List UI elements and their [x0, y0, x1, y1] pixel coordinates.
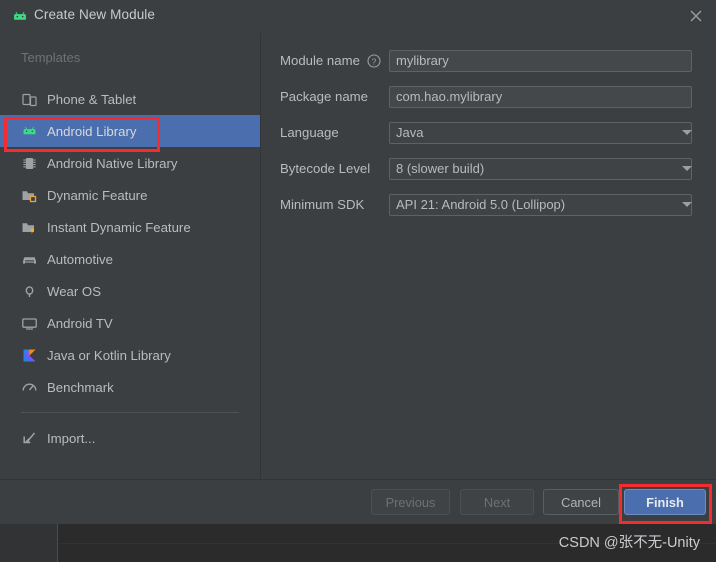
sidebar-item-instant-dynamic-feature[interactable]: Instant Dynamic Feature — [0, 211, 260, 243]
input-package-name[interactable]: com.hao.mylibrary — [389, 86, 692, 108]
dialog-title: Create New Module — [34, 7, 156, 22]
sidebar-item-label: Android Native Library — [47, 155, 178, 171]
finish-button[interactable]: Finish — [624, 489, 706, 515]
chevron-down-icon[interactable] — [682, 130, 692, 135]
sidebar-item-automotive[interactable]: Automotive — [0, 243, 260, 275]
close-icon[interactable] — [687, 7, 705, 25]
svg-text:?: ? — [372, 56, 377, 66]
select-bytecode-level[interactable]: 8 (slower build) — [389, 158, 692, 180]
sidebar-item-label: Instant Dynamic Feature — [47, 219, 191, 235]
sidebar-item-java-or-kotlin-library[interactable]: Java or Kotlin Library — [0, 339, 260, 371]
sidebar-item-label: Phone & Tablet — [47, 91, 137, 107]
sidebar-item-dynamic-feature[interactable]: Dynamic Feature — [0, 179, 260, 211]
sidebar-item-label: Automotive — [47, 251, 113, 267]
automotive-icon — [21, 251, 38, 268]
question-mark-icon[interactable]: ? — [367, 54, 381, 68]
sidebar-item-label: Import... — [47, 430, 96, 446]
input-module-name[interactable]: mylibrary — [389, 50, 692, 72]
dynamic-feature-icon — [21, 187, 38, 204]
module-config-form: Module name? mylibrary Package name com.hao… — [261, 33, 716, 479]
select-minimum-sdk[interactable]: API 21: Android 5.0 (Lollipop) — [389, 194, 692, 216]
sidebar-item-android-library[interactable]: Android Library — [0, 115, 260, 147]
sidebar-item-benchmark[interactable]: Benchmark — [0, 371, 260, 403]
dialog-button-bar: Previous Next Cancel Finish — [0, 480, 716, 524]
sidebar-item-label: Wear OS — [47, 283, 101, 299]
sidebar-item-label: Dynamic Feature — [47, 187, 148, 203]
sidebar-item-wear-os[interactable]: Wear OS — [0, 275, 260, 307]
label-bytecode-level: Bytecode Level — [280, 161, 371, 176]
sidebar-separator — [21, 412, 239, 413]
benchmark-icon — [21, 379, 38, 396]
sidebar-item-import[interactable]: Import... — [0, 422, 260, 454]
sidebar-item-label: Android Library — [47, 123, 137, 139]
sidebar-item-android-tv[interactable]: Android TV — [0, 307, 260, 339]
sidebar-item-label: Benchmark — [47, 379, 114, 395]
instant-dynamic-feature-icon — [21, 219, 38, 236]
sidebar-item-android-native-library[interactable]: Android Native Library — [0, 147, 260, 179]
label-language: Language — [280, 125, 339, 140]
native-library-icon — [21, 155, 38, 172]
dialog-body: Templates Phone & Tablet Android Library A… — [0, 33, 716, 479]
form-row-package-name: Package name com.hao.mylibrary — [261, 86, 716, 108]
chevron-down-icon[interactable] — [682, 166, 692, 171]
android-icon — [12, 9, 28, 25]
sidebar-item-label: Java or Kotlin Library — [47, 347, 171, 363]
cancel-button[interactable]: Cancel — [543, 489, 619, 515]
label-module-name: Module name — [280, 53, 360, 68]
dialog-titlebar: Create New Module — [0, 0, 716, 33]
label-minimum-sdk: Minimum SDK — [280, 197, 365, 212]
select-language[interactable]: Java — [389, 122, 692, 144]
form-row-minimum-sdk: Minimum SDK API 21: Android 5.0 (Lollipop… — [261, 194, 716, 216]
form-row-language: Language Java — [261, 122, 716, 144]
android-icon — [21, 123, 38, 140]
wear-os-icon — [21, 283, 38, 300]
kotlin-icon — [21, 347, 38, 364]
background-gutter — [0, 524, 57, 562]
templates-section-label: Templates — [21, 50, 81, 65]
sidebar-item-label: Android TV — [47, 315, 113, 331]
watermark-text: CSDN @张不无-Unity — [558, 535, 700, 551]
chevron-down-icon[interactable] — [682, 202, 692, 207]
import-icon — [21, 430, 38, 447]
next-button[interactable]: Next — [460, 489, 534, 515]
android-tv-icon — [21, 315, 38, 332]
templates-sidebar: Templates Phone & Tablet Android Library A… — [0, 33, 260, 479]
label-package-name: Package name — [280, 89, 368, 104]
sidebar-item-phone-tablet[interactable]: Phone & Tablet — [0, 83, 260, 115]
form-row-bytecode-level: Bytecode Level 8 (slower build) — [261, 158, 716, 180]
previous-button[interactable]: Previous — [371, 489, 450, 515]
phone-tablet-icon — [21, 91, 38, 108]
form-row-module-name: Module name? mylibrary — [261, 50, 716, 72]
templates-list: Phone & Tablet Android Library Android Nat… — [0, 83, 260, 454]
create-new-module-dialog: Create New Module Templates Phone & Tabl… — [0, 0, 716, 524]
